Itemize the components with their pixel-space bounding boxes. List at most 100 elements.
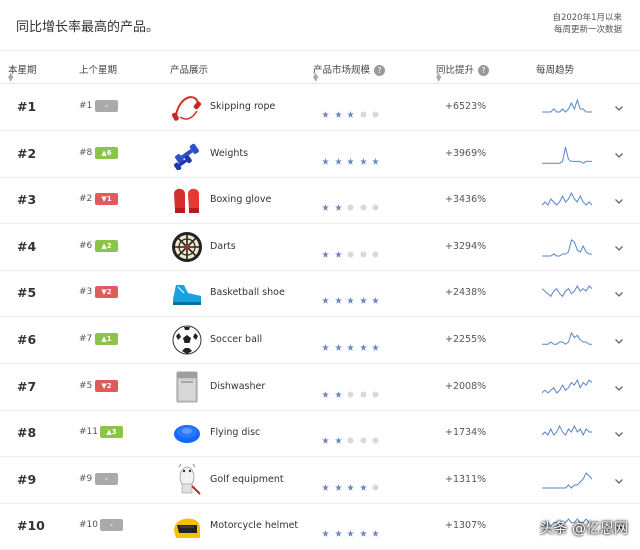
rank-this-week: #3 (17, 192, 37, 208)
weekly-trend-sparkline (541, 374, 593, 400)
rating-star-filled-icon (372, 522, 379, 538)
rating-star-filled-icon (334, 383, 342, 398)
rank-this-week: #8 (17, 425, 37, 441)
column-this-week[interactable]: ▲ ▼ 本星期 (8, 62, 37, 83)
product-name[interactable]: Golf equipment (210, 474, 284, 485)
table-row[interactable]: #2 #8 ▲6 Weights +3969% (0, 131, 640, 178)
table-row[interactable]: #3 #2 ▼1 Boxing glove +3436% (0, 177, 640, 225)
rating-star-filled-icon (334, 336, 342, 351)
rating-star-filled-icon (334, 243, 342, 258)
rank-this-week: #1 (17, 99, 37, 114)
rank-last-week: #7 (79, 334, 93, 344)
rating-dot-empty-icon (372, 429, 379, 444)
rating-star-filled-icon (334, 103, 342, 118)
yoy-lift-value: +2008% (445, 380, 487, 392)
market-size-rating (322, 429, 382, 444)
rating-star-filled-icon (322, 522, 329, 538)
product-name[interactable]: Boxing glove (210, 194, 271, 205)
rank-last-week: #2 (79, 194, 93, 205)
column-product: 产品展示 (170, 65, 209, 76)
yoy-lift-value: +3436% (445, 194, 487, 206)
table-header: ▲ ▼ 本星期 上个星期 产品展示 ▲ ▼ 产品市场规模? ▲ ▼ 同比提升? 每周趋势 (0, 50, 640, 84)
expand-chevron-down-icon[interactable] (613, 332, 625, 344)
rating-star-filled-icon (334, 150, 342, 165)
table-row[interactable]: #4 #6 ▲2 Darts +3294% (0, 224, 640, 271)
expand-chevron-down-icon[interactable] (613, 379, 625, 391)
rating-star-filled-icon (359, 336, 367, 351)
expand-chevron-down-icon[interactable] (613, 192, 625, 205)
rank-change-badge: ▲3 (100, 426, 123, 439)
rating-dot-empty-icon (372, 243, 379, 258)
weekly-trend-sparkline (542, 234, 592, 260)
rank-last-week: #6 (79, 240, 93, 251)
rating-dot-empty-icon (372, 196, 379, 211)
column-yoy-lift[interactable]: ▲ ▼ 同比提升? (436, 62, 490, 83)
rating-star-filled-icon (322, 243, 329, 258)
rank-this-week: #6 (17, 332, 37, 347)
soccer-ball-icon (170, 324, 204, 356)
column-last-week[interactable]: 上个星期 (79, 62, 117, 76)
rank-change-badge: - (100, 519, 123, 532)
rank-change-badge: - (95, 472, 118, 485)
weekly-trend-sparkline (542, 94, 592, 120)
help-icon[interactable]: ? (478, 65, 490, 76)
weekly-trend-sparkline (542, 141, 592, 167)
table-row[interactable]: #8 #11 ▲3 Flying disc +1734% (0, 410, 640, 458)
product-name[interactable]: Flying disc (210, 427, 260, 438)
table-row[interactable]: #1 #1- Skipping rope +6523% (0, 84, 640, 131)
product-name[interactable]: Weights (210, 148, 248, 159)
weekly-trend-sparkline (542, 467, 593, 493)
rating-dot-empty-icon (347, 196, 354, 211)
column-market-size[interactable]: ▲ ▼ 产品市场规模? (313, 62, 386, 83)
table-row[interactable]: #6 #7 ▲1 Soccer ball +2255% (0, 317, 640, 364)
product-name[interactable]: Motorcycle helmet (210, 520, 298, 531)
expand-chevron-down-icon[interactable] (613, 425, 625, 438)
market-size-rating (322, 522, 382, 538)
sort-icon: ▲ ▼ (8, 71, 14, 83)
expand-chevron-down-icon[interactable] (613, 146, 625, 158)
table-row[interactable]: #5 #3 ▼2 Basketball shoe +2438% (0, 270, 640, 318)
help-icon[interactable]: ? (374, 65, 386, 76)
rank-this-week: #5 (17, 285, 37, 301)
market-size-rating (322, 150, 382, 165)
update-frequency-text: 每周更新一次数据 (553, 25, 622, 35)
expand-chevron-down-icon[interactable] (613, 285, 625, 298)
rating-star-filled-icon (322, 383, 329, 398)
rating-star-filled-icon (322, 103, 329, 118)
table-row[interactable]: #7 #5 ▼2 Dishwasher +2008% (0, 364, 640, 411)
product-name[interactable]: Darts (210, 241, 236, 252)
yoy-lift-value: +2255% (445, 334, 487, 345)
rating-dot-empty-icon (372, 383, 379, 398)
rating-star-filled-icon (334, 196, 342, 211)
market-size-rating (322, 383, 382, 398)
market-size-rating (322, 289, 382, 305)
rank-change-badge: ▼2 (95, 379, 118, 392)
rating-star-filled-icon (322, 336, 329, 351)
page-title: 同比增长率最高的产品。 (16, 20, 160, 35)
expand-chevron-down-icon[interactable] (613, 239, 625, 251)
expand-chevron-down-icon[interactable] (613, 472, 625, 484)
product-name[interactable]: Soccer ball (210, 334, 262, 345)
weekly-trend-sparkline (541, 187, 593, 213)
rating-dot-empty-icon (372, 103, 379, 118)
table-row[interactable]: #9 #9- Golf equipment +1311% (0, 457, 640, 504)
rating-dot-empty-icon (347, 429, 354, 444)
yoy-lift-value: +3294% (445, 240, 487, 252)
rating-dot-empty-icon (360, 196, 367, 211)
yoy-lift-value: +6523% (445, 101, 487, 112)
rating-dot-empty-icon (360, 243, 367, 258)
rank-last-week: #9 (79, 473, 93, 484)
expand-chevron-down-icon[interactable] (613, 99, 625, 111)
rating-dot-empty-icon (347, 243, 354, 258)
rating-dot-empty-icon (372, 476, 379, 491)
product-name[interactable]: Basketball shoe (210, 287, 285, 298)
rank-this-week: #9 (17, 471, 37, 487)
product-name[interactable]: Dishwasher (210, 381, 265, 392)
rank-last-week: #10 (79, 520, 98, 531)
market-size-rating (322, 103, 382, 118)
rating-star-filled-icon (334, 429, 342, 444)
product-name[interactable]: Skipping rope (210, 101, 275, 112)
rating-star-filled-icon (372, 289, 379, 305)
rank-last-week: #3 (79, 287, 93, 298)
rating-dot-empty-icon (347, 383, 354, 398)
